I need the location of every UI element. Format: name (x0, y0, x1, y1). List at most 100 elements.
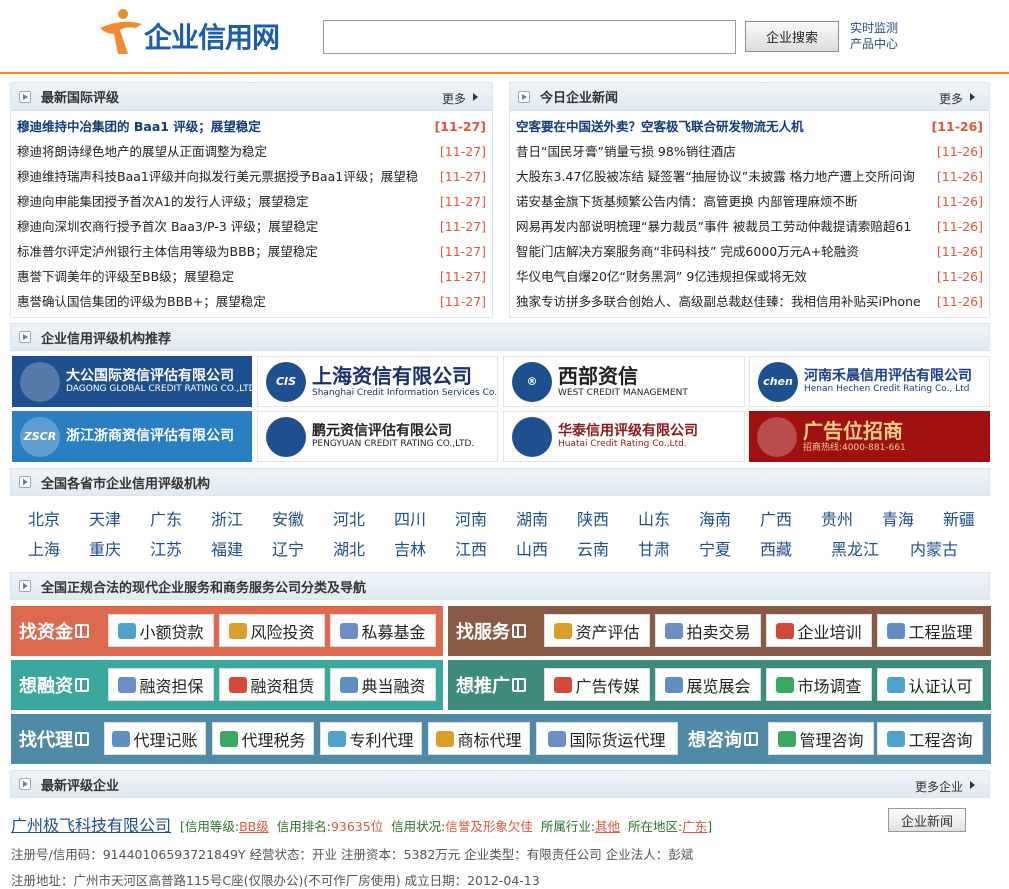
news-title[interactable]: 穆迪向申能集团授予首次A1的发行人评级；展望稳定 (17, 194, 309, 209)
news-item[interactable]: 智能门店解决方案服务商“非码科技” 完成6000万元A+轮融资 [11-26] (516, 239, 983, 264)
news-item[interactable]: 华仪电气自爆20亿“财务黑洞” 9亿违规担保或将无效 [11-26] (516, 264, 983, 289)
service-button[interactable]: 商标代理 (428, 722, 530, 755)
service-button[interactable]: 企业培训 (766, 614, 872, 647)
agency-banner[interactable]: ® 西部资信 WEST CREDIT MANAGEMENT (503, 356, 745, 407)
product-center-link[interactable]: 产品中心 (850, 36, 898, 52)
province-link[interactable]: 广西 (760, 506, 792, 530)
province-link[interactable]: 广东 (150, 506, 182, 530)
agency-banner[interactable]: 大公国际资信评估有限公司 DAGONG GLOBAL CREDIT RATING … (12, 356, 252, 407)
grade-value[interactable]: BB级 (239, 819, 269, 834)
service-button[interactable]: 拍卖交易 (655, 614, 761, 647)
province-link[interactable]: 湖北 (333, 536, 365, 560)
province-link[interactable]: 黑龙江 (831, 536, 879, 560)
news-item[interactable]: 惠誉下调美年的评级至BB级；展望稳定 [11-27] (17, 264, 486, 289)
province-link[interactable]: 辽宁 (272, 536, 304, 560)
province-link[interactable]: 天津 (89, 506, 121, 530)
service-button[interactable]: 典当融资 (330, 668, 436, 701)
company-news-button[interactable]: 企业新闻 (888, 808, 966, 832)
news-item[interactable]: 诺安基金旗下货基频繁公告内情：高管更换 内部管理麻烦不断 [11-26] (516, 189, 983, 214)
province-link[interactable]: 浙江 (211, 506, 243, 530)
news-item[interactable]: 空客要在中国送外卖？空客极飞联合研发物流无人机 [11-26] (516, 114, 983, 139)
news-title[interactable]: 惠誉下调美年的评级至BB级；展望稳定 (17, 269, 234, 284)
news-title[interactable]: 穆迪维持瑞声科技Baa1评级并向拟发行美元票据授予Baa1评级；展望稳 (17, 169, 418, 184)
province-link[interactable]: 江苏 (150, 536, 182, 560)
agency-banner[interactable]: 鹏元资信评估有限公司 PENGYUAN CREDIT RATING CO.,LTD… (257, 411, 498, 462)
province-link[interactable]: 宁夏 (699, 536, 731, 560)
daily-news-more-link[interactable]: 更多 (939, 90, 975, 107)
news-title[interactable]: 标准普尔评定泸州银行主体信用等级为BBB；展望稳定 (17, 244, 318, 259)
news-item[interactable]: 穆迪维持中冶集团的 Baa1 评级；展望稳定 [11-27] (17, 114, 486, 139)
news-item[interactable]: 大股东3.47亿股被冻结 疑签署“抽屉协议”未披露 格力地产遭上交所问询 [11-… (516, 164, 983, 189)
industry-value[interactable]: 其他 (595, 819, 620, 834)
search-input[interactable] (323, 20, 736, 54)
province-link[interactable]: 新疆 (943, 506, 975, 530)
service-button[interactable]: 市场调查 (766, 668, 872, 701)
service-button[interactable]: 融资租赁 (219, 668, 325, 701)
news-item[interactable]: 穆迪向深圳农商行授予首次 Baa3/P-3 评级；展望稳定 [11-27] (17, 214, 486, 239)
service-button[interactable]: 专利代理 (320, 722, 422, 755)
news-title[interactable]: 诺安基金旗下货基频繁公告内情：高管更换 内部管理麻烦不断 (516, 194, 857, 209)
agency-banner[interactable]: ZSCR 浙江浙商资信评估有限公司 (12, 411, 252, 462)
news-title[interactable]: 大股东3.47亿股被冻结 疑签署“抽屉协议”未披露 格力地产遭上交所问询 (516, 169, 915, 184)
agency-banner[interactable]: chen 河南禾晨信用评估有限公司 Henan Hechen Credit Rati… (749, 356, 990, 407)
realtime-monitor-link[interactable]: 实时监测 (850, 20, 898, 36)
province-link[interactable]: 重庆 (89, 536, 121, 560)
province-link[interactable]: 西藏 (760, 536, 792, 560)
service-button[interactable]: 工程咨询 (877, 722, 983, 755)
service-button[interactable]: 代理税务 (212, 722, 314, 755)
news-title[interactable]: 空客要在中国送外卖？空客极飞联合研发物流无人机 (516, 119, 804, 134)
agency-banner[interactable]: CIS 上海资信有限公司 Shanghai Credit Information S… (257, 356, 498, 407)
service-button[interactable]: 私募基金 (330, 614, 436, 647)
province-link[interactable]: 山东 (638, 506, 670, 530)
news-title[interactable]: 华仪电气自爆20亿“财务黑洞” 9亿违规担保或将无效 (516, 269, 807, 284)
service-button[interactable]: 小额贷款 (108, 614, 214, 647)
province-link[interactable]: 吉林 (394, 536, 426, 560)
province-link[interactable]: 陕西 (577, 506, 609, 530)
service-button[interactable]: 认证认可 (877, 668, 983, 701)
service-button[interactable]: 代理记账 (104, 722, 206, 755)
company-name-link[interactable]: 广州极飞科技有限公司 (11, 812, 171, 836)
service-button[interactable]: 广告传媒 (544, 668, 650, 701)
province-link[interactable]: 甘肃 (638, 536, 670, 560)
service-button[interactable]: 工程监理 (877, 614, 983, 647)
service-button[interactable]: 资产评估 (544, 614, 650, 647)
news-item[interactable]: 穆迪维持瑞声科技Baa1评级并向拟发行美元票据授予Baa1评级；展望稳 [11-2… (17, 164, 486, 189)
service-button[interactable]: 风险投资 (219, 614, 325, 647)
service-button[interactable]: 融资担保 (108, 668, 214, 701)
latest-more-link[interactable]: 更多企业 (915, 778, 975, 795)
service-button[interactable]: 管理咨询 (768, 722, 874, 755)
news-title[interactable]: 穆迪将朗诗绿色地产的展望从正面调整为稳定 (17, 144, 267, 159)
news-title[interactable]: 网易再发内部说明梳理“暴力裁员”事件 被裁员工劳动仲裁提请索赔超61 (516, 219, 911, 234)
search-button[interactable]: 企业搜索 (745, 21, 839, 52)
agency-banner[interactable]: 华泰信用评级有限公司 Huatai Credit Rating Co.,Ltd. (503, 411, 745, 462)
news-item[interactable]: 穆迪向申能集团授予首次A1的发行人评级；展望稳定 [11-27] (17, 189, 486, 214)
province-link[interactable]: 上海 (28, 536, 60, 560)
news-title[interactable]: 智能门店解决方案服务商“非码科技” 完成6000万元A+轮融资 (516, 244, 859, 259)
province-link[interactable]: 云南 (577, 536, 609, 560)
news-item[interactable]: 昔日“国民牙膏”销量亏损 98%销往酒店 [11-26] (516, 139, 983, 164)
service-button[interactable]: 国际货运代理 (536, 722, 678, 755)
province-link[interactable]: 河南 (455, 506, 487, 530)
news-title[interactable]: 独家专访拼多多联合创始人、高级副总裁赵佳臻：我相信用补贴买iPhone (516, 294, 921, 309)
region-value[interactable]: 广东 (682, 819, 707, 834)
news-title[interactable]: 惠誉确认国信集团的评级为BBB+；展望稳定 (17, 294, 266, 309)
news-item[interactable]: 网易再发内部说明梳理“暴力裁员”事件 被裁员工劳动仲裁提请索赔超61 [11-26… (516, 214, 983, 239)
province-link[interactable]: 安徽 (272, 506, 304, 530)
news-item[interactable]: 标准普尔评定泸州银行主体信用等级为BBB；展望稳定 [11-27] (17, 239, 486, 264)
province-link[interactable]: 四川 (394, 506, 426, 530)
news-title[interactable]: 穆迪维持中冶集团的 Baa1 评级；展望稳定 (17, 119, 261, 134)
news-item[interactable]: 惠誉确认国信集团的评级为BBB+；展望稳定 [11-27] (17, 289, 486, 314)
intl-ratings-more-link[interactable]: 更多 (442, 90, 478, 107)
province-link[interactable]: 内蒙古 (910, 536, 958, 560)
province-link[interactable]: 贵州 (821, 506, 853, 530)
news-item[interactable]: 穆迪将朗诗绿色地产的展望从正面调整为稳定 [11-27] (17, 139, 486, 164)
service-button[interactable]: 展览展会 (655, 668, 761, 701)
site-logo[interactable]: 企业信用网 (96, 4, 318, 58)
province-link[interactable]: 福建 (211, 536, 243, 560)
province-link[interactable]: 青海 (882, 506, 914, 530)
province-link[interactable]: 湖南 (516, 506, 548, 530)
news-title[interactable]: 昔日“国民牙膏”销量亏损 98%销往酒店 (516, 144, 736, 159)
province-link[interactable]: 河北 (333, 506, 365, 530)
province-link[interactable]: 江西 (455, 536, 487, 560)
agency-banner[interactable]: 广告位招商 招商热线:4000-881-661 (749, 411, 990, 462)
